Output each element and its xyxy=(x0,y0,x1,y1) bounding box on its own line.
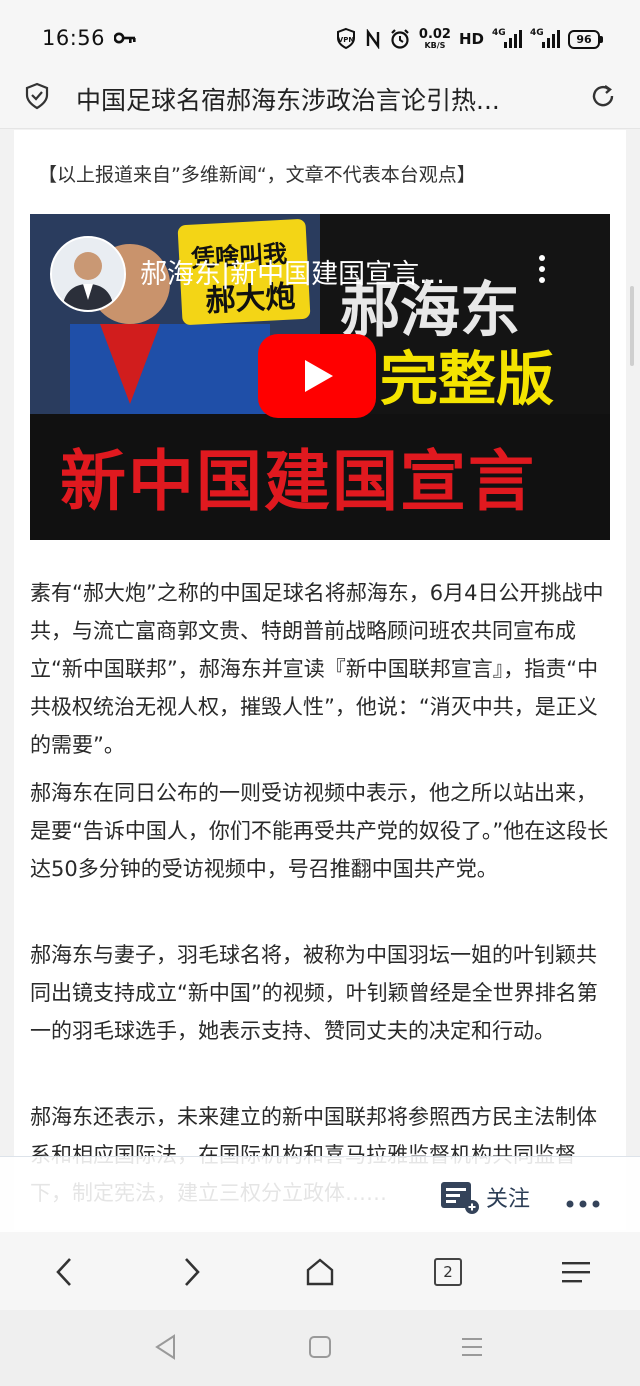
shield-check-icon[interactable] xyxy=(24,82,50,114)
article-paragraph-1: 素有“郝大炮”之称的中国足球名将郝海东，6月4日公开挑战中共，与流亡富商郭文贵、… xyxy=(30,581,604,757)
browser-bottom-nav: 2 xyxy=(0,1232,640,1310)
follow-bar: 关注 xyxy=(0,1156,640,1234)
more-vertical-icon[interactable] xyxy=(538,254,546,288)
article-content: 【以上报道来自”多维新闻“，文章不代表本台观点】 凭啥叫我 郝大炮 郝海东 完整… xyxy=(14,130,626,1230)
tab-count: 2 xyxy=(434,1258,462,1286)
status-icons: VPN 0.02 KB/S HD 4G 4G 96 xyxy=(335,24,603,54)
scrollbar-thumb[interactable] xyxy=(630,286,634,366)
page-title[interactable]: 中国足球名宿郝海东涉政治言论引热... xyxy=(76,81,556,117)
net-speed-value: 0.02 xyxy=(418,27,451,42)
article-paragraph-2: 郝海东在同日公布的一则受访视频中表示，他之所以站出来， 是要“告诉中国人，你们不… xyxy=(30,781,609,881)
channel-avatar[interactable] xyxy=(50,236,126,312)
follow-add-icon[interactable] xyxy=(440,1179,480,1219)
video-player[interactable]: 凭啥叫我 郝大炮 郝海东 完整版 新中国建国宣言 郝海东|新中国建国宣言... xyxy=(30,214,610,540)
battery-icon: 96 xyxy=(568,29,603,49)
system-home-icon[interactable] xyxy=(308,1334,332,1364)
net-speed-indicator: 0.02 KB/S xyxy=(419,28,451,50)
refresh-icon[interactable] xyxy=(588,81,618,115)
hd-label: HD xyxy=(458,30,484,48)
home-icon[interactable] xyxy=(300,1252,340,1292)
net-speed-unit: KB/S xyxy=(424,41,446,50)
video-title[interactable]: 郝海东|新中国建国宣言... xyxy=(140,252,490,291)
svg-text:VPN: VPN xyxy=(338,36,355,44)
system-nav-bar xyxy=(0,1310,640,1386)
follow-button[interactable]: 关注 xyxy=(486,1181,530,1213)
forward-icon[interactable] xyxy=(172,1252,212,1292)
system-back-icon[interactable] xyxy=(154,1334,178,1364)
play-button-icon[interactable] xyxy=(258,334,376,418)
back-icon[interactable] xyxy=(44,1252,84,1292)
overlay-declaration-text: 新中国建国宣言 xyxy=(60,443,536,520)
system-recents-icon[interactable] xyxy=(460,1334,484,1364)
status-bar: 16:56 VPN 0.02 KB/S HD 4G 4G 96 xyxy=(0,0,640,78)
article-paragraph-3: 郝海东与妻子，羽毛球名将，被称为中国羽坛一姐的叶钊颖共同出镜支持成立“新中国”的… xyxy=(30,943,598,1043)
tabs-button[interactable]: 2 xyxy=(428,1252,468,1292)
nfc-icon xyxy=(365,29,381,49)
status-time: 16:56 xyxy=(42,26,106,50)
vpn-icon: VPN xyxy=(335,27,357,51)
overlay-complete-text: 完整版 xyxy=(380,345,555,413)
menu-icon[interactable] xyxy=(556,1252,596,1292)
more-horizontal-icon[interactable] xyxy=(566,1193,600,1212)
key-icon xyxy=(113,30,136,50)
signal-icon-2: 4G xyxy=(530,28,560,50)
address-bar: 中国足球名宿郝海东涉政治言论引热... xyxy=(0,78,640,129)
source-note: 【以上报道来自”多维新闻“，文章不代表本台观点】 xyxy=(38,164,476,186)
alarm-icon xyxy=(389,28,411,50)
signal-icon-1: 4G xyxy=(492,28,522,50)
